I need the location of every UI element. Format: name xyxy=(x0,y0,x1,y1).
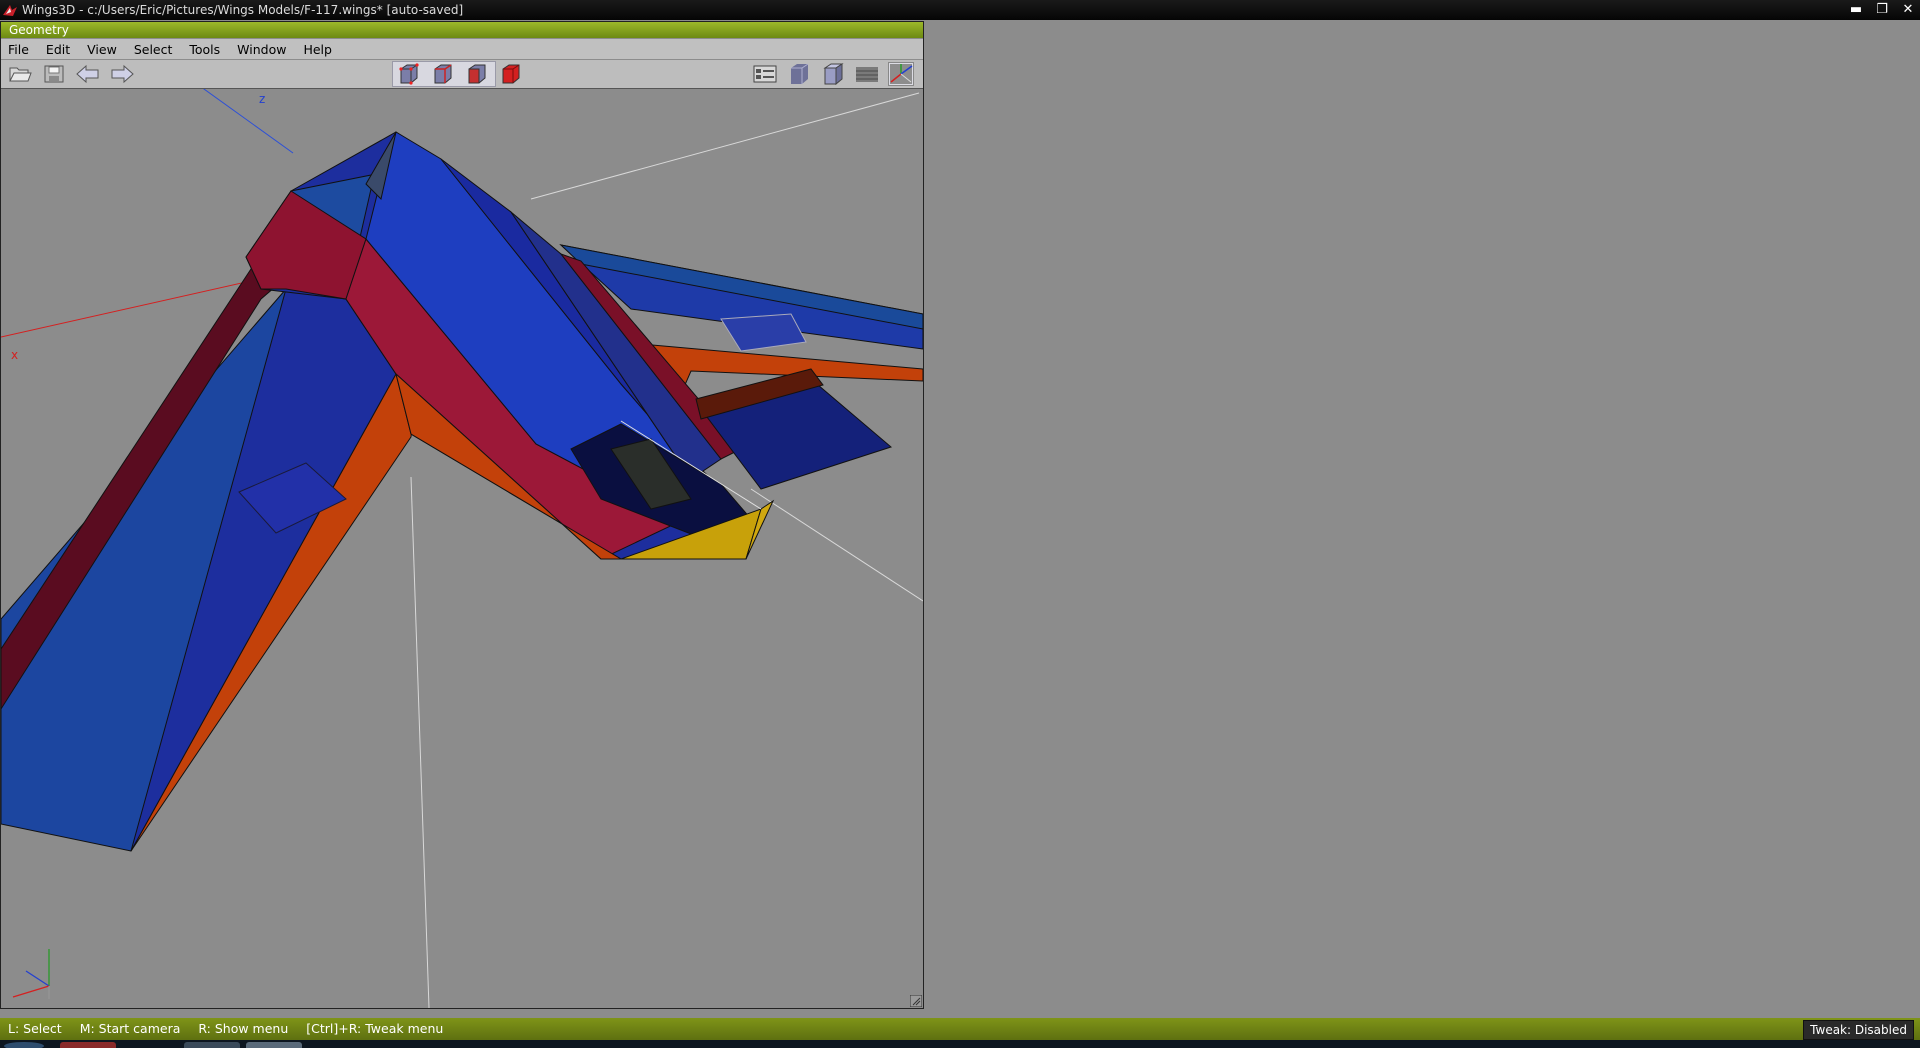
app-titlebar: Wings3D - c:/Users/Eric/Pictures/Wings M… xyxy=(0,0,1920,20)
start-button-icon[interactable] xyxy=(4,1042,44,1048)
redo-button[interactable] xyxy=(109,62,135,86)
taskbar-app-1[interactable] xyxy=(60,1042,116,1048)
undo-button[interactable] xyxy=(75,62,101,86)
open-button[interactable] xyxy=(7,62,33,86)
axes-icon xyxy=(890,64,913,84)
save-icon xyxy=(44,65,64,83)
geometry-window-title[interactable]: Geometry xyxy=(1,22,923,38)
menu-view[interactable]: View xyxy=(80,42,127,57)
os-taskbar xyxy=(0,1040,1920,1048)
edge-mode-icon xyxy=(434,64,452,84)
z-axis-label: z xyxy=(259,92,265,106)
save-button[interactable] xyxy=(41,62,67,86)
vertex-mode-button[interactable] xyxy=(396,62,422,86)
taskbar-app-3[interactable] xyxy=(246,1042,302,1048)
menu-select[interactable]: Select xyxy=(127,42,183,57)
flat-shade-button[interactable] xyxy=(820,62,846,86)
hint-middle-camera: M: Start camera xyxy=(79,1021,181,1036)
flat-shade-icon xyxy=(823,63,844,85)
window-title: Wings3D - c:/Users/Eric/Pictures/Wings M… xyxy=(22,3,464,17)
x-axis-label: x xyxy=(11,348,18,362)
menu-edit[interactable]: Edit xyxy=(39,42,80,57)
body-mode-button[interactable] xyxy=(498,62,524,86)
hint-tweak-menu: [Ctrl]+R: Tweak menu xyxy=(306,1021,444,1036)
f117-model-render: z x xyxy=(1,89,923,1008)
outliner-button[interactable] xyxy=(752,62,778,86)
face-mode-icon xyxy=(468,64,486,84)
wings3d-app-icon xyxy=(3,5,17,16)
menu-tools[interactable]: Tools xyxy=(182,42,230,57)
body-mode-icon xyxy=(502,64,520,84)
smooth-shade-icon xyxy=(791,63,809,84)
minimize-icon[interactable]: ▬ xyxy=(1848,0,1864,20)
open-icon xyxy=(9,67,32,82)
menu-help[interactable]: Help xyxy=(296,42,342,57)
vertex-mode-icon xyxy=(399,63,419,85)
redo-icon xyxy=(111,64,134,84)
menubar: File Edit View Select Tools Window Help xyxy=(1,39,923,59)
undo-icon xyxy=(76,64,99,84)
taskbar-app-2[interactable] xyxy=(184,1042,240,1048)
outliner-icon xyxy=(753,65,777,83)
toolbar xyxy=(1,60,923,89)
axes-gizmo-icon xyxy=(12,949,50,999)
mouse-hints: L: Select M: Start camera R: Show menu [… xyxy=(8,1018,457,1040)
menu-window[interactable]: Window xyxy=(230,42,296,57)
geometry-window: Geometry File Edit View Select Tools Win… xyxy=(0,21,924,1009)
ground-plane-button[interactable] xyxy=(854,62,880,86)
3d-viewport[interactable]: z x xyxy=(1,89,923,1008)
restore-icon[interactable]: ❐ xyxy=(1874,0,1890,20)
face-mode-button[interactable] xyxy=(464,62,490,86)
resize-grip-icon[interactable] xyxy=(910,995,922,1007)
hint-left-select: L: Select xyxy=(8,1021,62,1036)
axes-button[interactable] xyxy=(888,62,914,86)
window-controls: ▬ ❐ ✕ xyxy=(1848,0,1916,20)
close-icon[interactable]: ✕ xyxy=(1900,0,1916,20)
smooth-shade-button[interactable] xyxy=(786,62,812,86)
tweak-status[interactable]: Tweak: Disabled xyxy=(1803,1020,1914,1040)
status-bar: L: Select M: Start camera R: Show menu [… xyxy=(0,1018,1920,1040)
menu-file[interactable]: File xyxy=(1,42,39,57)
hint-right-menu: R: Show menu xyxy=(198,1021,289,1036)
edge-mode-button[interactable] xyxy=(430,62,456,86)
ground-plane-icon xyxy=(856,67,878,82)
